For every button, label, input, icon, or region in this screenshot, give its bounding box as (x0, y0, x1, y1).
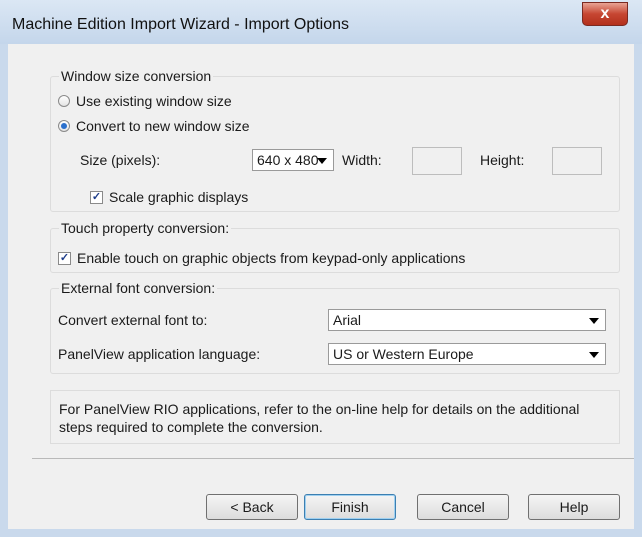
touch-group-label: Touch property conversion: (59, 220, 232, 236)
dropdown-arrow-icon (317, 158, 327, 164)
scale-graphic-label: Scale graphic displays (109, 189, 249, 205)
note-line-2: steps required to complete the conversio… (59, 419, 323, 435)
back-button[interactable]: < Back (206, 494, 298, 520)
radio-off-icon[interactable] (58, 95, 70, 107)
convert-font-value: Arial (333, 312, 362, 328)
convert-new-radio[interactable]: Convert to new window size (58, 118, 250, 134)
width-label: Width: (342, 152, 382, 168)
use-existing-radio[interactable]: Use existing window size (58, 93, 232, 109)
language-select[interactable]: US or Western Europe (328, 343, 606, 365)
window-title: Machine Edition Import Wizard - Import O… (12, 16, 350, 33)
close-button[interactable]: x (582, 2, 628, 26)
separator (32, 458, 634, 459)
checkbox-checked-icon[interactable]: ✓ (58, 251, 71, 265)
import-options-dialog: Machine Edition Import Wizard - Import O… (0, 0, 642, 537)
enable-touch-label: Enable touch on graphic objects from key… (77, 250, 466, 266)
enable-touch-checkbox[interactable]: ✓ Enable touch on graphic objects from k… (58, 250, 465, 266)
language-label: PanelView application language: (58, 346, 261, 362)
info-note: For PanelView RIO applications, refer to… (50, 390, 620, 444)
close-icon: x (600, 5, 610, 22)
dialog-body: Window size conversion Use existing wind… (8, 44, 634, 529)
dropdown-arrow-icon (589, 318, 599, 324)
convert-font-label: Convert external font to: (58, 312, 208, 328)
size-select-value: 640 x 480 (257, 152, 319, 168)
height-field[interactable] (552, 147, 602, 175)
radio-on-icon[interactable] (58, 120, 70, 132)
language-value: US or Western Europe (333, 346, 474, 362)
window-size-group-label: Window size conversion (59, 68, 214, 84)
note-line-1: For PanelView RIO applications, refer to… (59, 401, 580, 417)
convert-font-select[interactable]: Arial (328, 309, 606, 331)
dropdown-arrow-icon (589, 352, 599, 358)
finish-button[interactable]: Finish (304, 494, 396, 520)
use-existing-label: Use existing window size (76, 93, 232, 109)
checkbox-checked-icon[interactable]: ✓ (90, 190, 103, 204)
size-label: Size (pixels): (80, 152, 161, 168)
font-group-label: External font conversion: (59, 280, 218, 296)
size-select[interactable]: 640 x 480 (252, 149, 334, 171)
width-field[interactable] (412, 147, 462, 175)
convert-new-label: Convert to new window size (76, 118, 250, 134)
height-label: Height: (480, 152, 525, 168)
title-bar[interactable]: Machine Edition Import Wizard - Import O… (0, 0, 642, 44)
scale-graphic-checkbox[interactable]: ✓ Scale graphic displays (90, 189, 248, 205)
help-button[interactable]: Help (528, 494, 620, 520)
cancel-button[interactable]: Cancel (417, 494, 509, 520)
